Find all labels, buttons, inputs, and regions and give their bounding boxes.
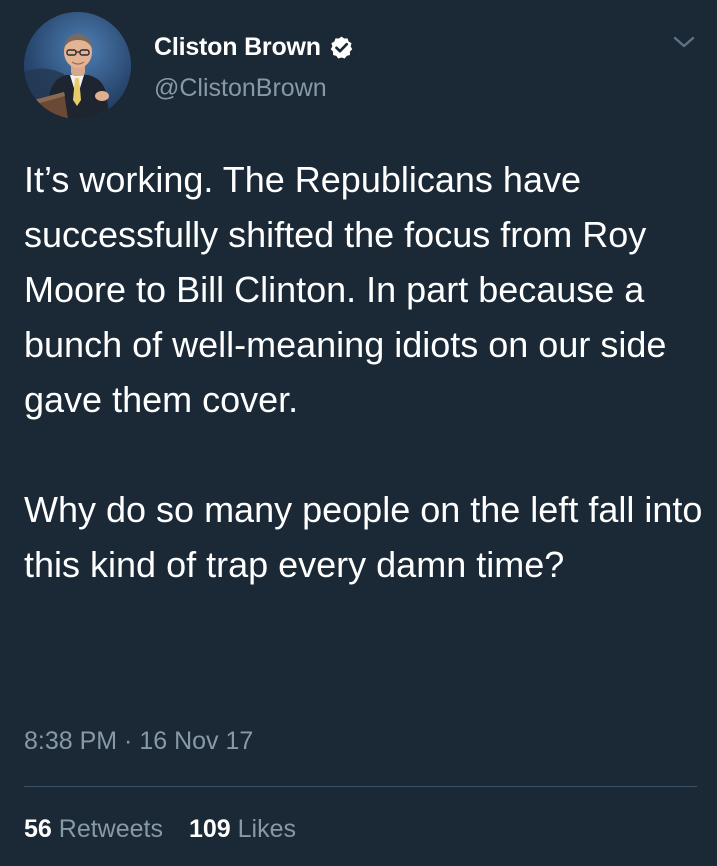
divider — [24, 786, 697, 787]
avatar[interactable] — [24, 12, 131, 119]
retweets-stat[interactable]: 56 Retweets — [24, 815, 163, 844]
chevron-down-icon — [673, 36, 695, 48]
likes-count: 109 — [188, 815, 231, 843]
author-name-row[interactable]: Cliston Brown — [154, 33, 354, 62]
retweets-label: Retweets — [58, 815, 163, 843]
tweet-timestamp[interactable]: 8:38 PM · 16 Nov 17 — [24, 727, 253, 756]
avatar-photo — [24, 12, 131, 119]
tweet-text: It’s working. The Republicans have succe… — [24, 152, 704, 592]
likes-label: Likes — [237, 815, 297, 843]
tweet: Cliston Brown @ClistonBrown It’s working… — [0, 0, 717, 866]
tweet-menu-button[interactable] — [671, 32, 697, 52]
display-name[interactable]: Cliston Brown — [154, 33, 321, 62]
tweet-stats: 56 Retweets 109 Likes — [24, 815, 296, 844]
verified-badge-icon — [329, 35, 354, 60]
tweet-paragraph: Why do so many people on the left fall i… — [24, 489, 703, 585]
retweets-count: 56 — [24, 815, 52, 843]
tweet-paragraph: It’s working. The Republicans have succe… — [24, 159, 667, 420]
user-handle[interactable]: @ClistonBrown — [154, 74, 327, 103]
likes-stat[interactable]: 109 Likes — [189, 815, 296, 844]
